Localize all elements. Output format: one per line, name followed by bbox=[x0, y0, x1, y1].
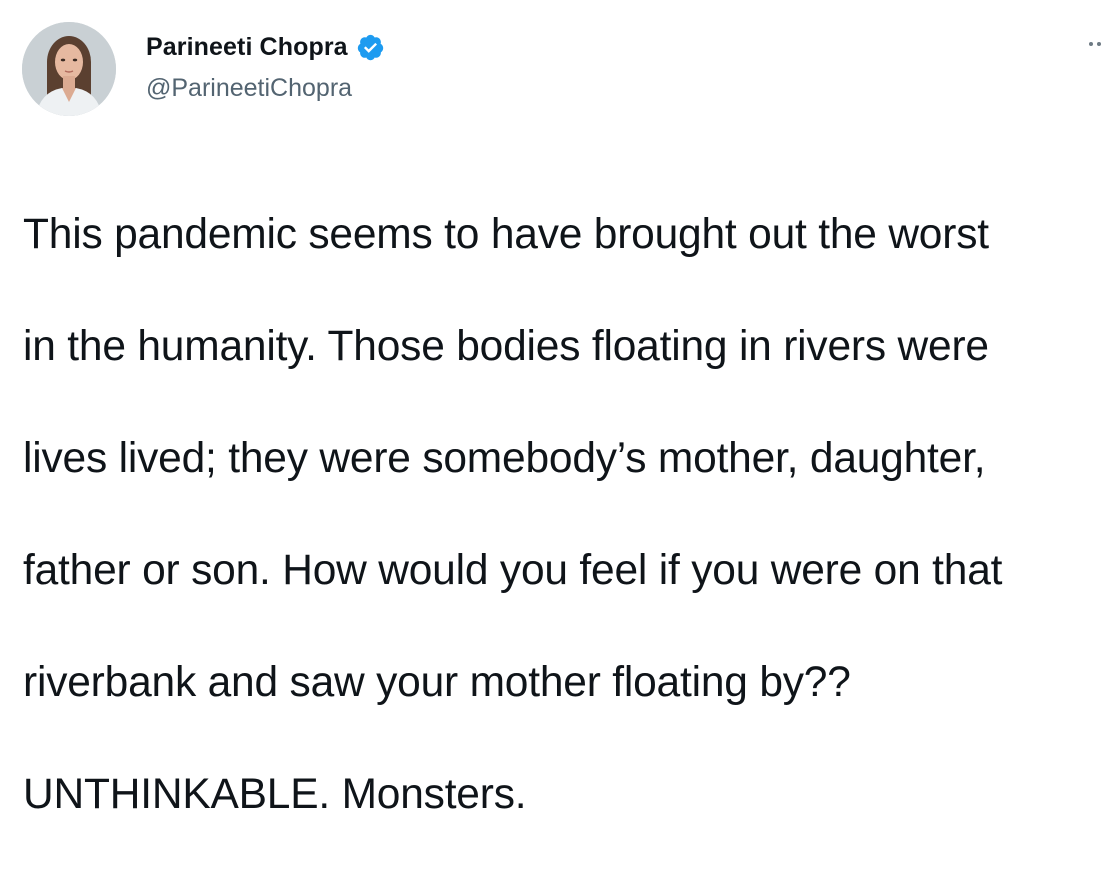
avatar-image bbox=[22, 22, 116, 116]
verified-badge-icon bbox=[356, 33, 385, 62]
more-options-icon[interactable] bbox=[1089, 40, 1103, 48]
more-dot bbox=[1089, 42, 1093, 46]
tweet-text: This pandemic seems to have brought out … bbox=[23, 151, 1103, 879]
tweet-line: in the humanity. Those bodies floating i… bbox=[23, 323, 989, 370]
tweet-line: riverbank and saw your mother floating b… bbox=[23, 659, 851, 706]
more-dot bbox=[1097, 42, 1101, 46]
tweet-line: father or son. How would you feel if you… bbox=[23, 547, 1003, 594]
tweet-line: UNTHINKABLE. Monsters. bbox=[23, 771, 527, 818]
user-name-row: Parineeti Chopra bbox=[146, 30, 385, 64]
tweet-line: This pandemic seems to have brought out … bbox=[23, 211, 989, 258]
avatar[interactable] bbox=[22, 22, 116, 116]
user-handle[interactable]: @ParineetiChopra bbox=[146, 74, 352, 103]
tweet-line: lives lived; they were somebody’s mother… bbox=[23, 435, 986, 482]
display-name[interactable]: Parineeti Chopra bbox=[146, 33, 348, 62]
tweet-card: Parineeti Chopra @ParineetiChopra This p… bbox=[0, 0, 1105, 818]
